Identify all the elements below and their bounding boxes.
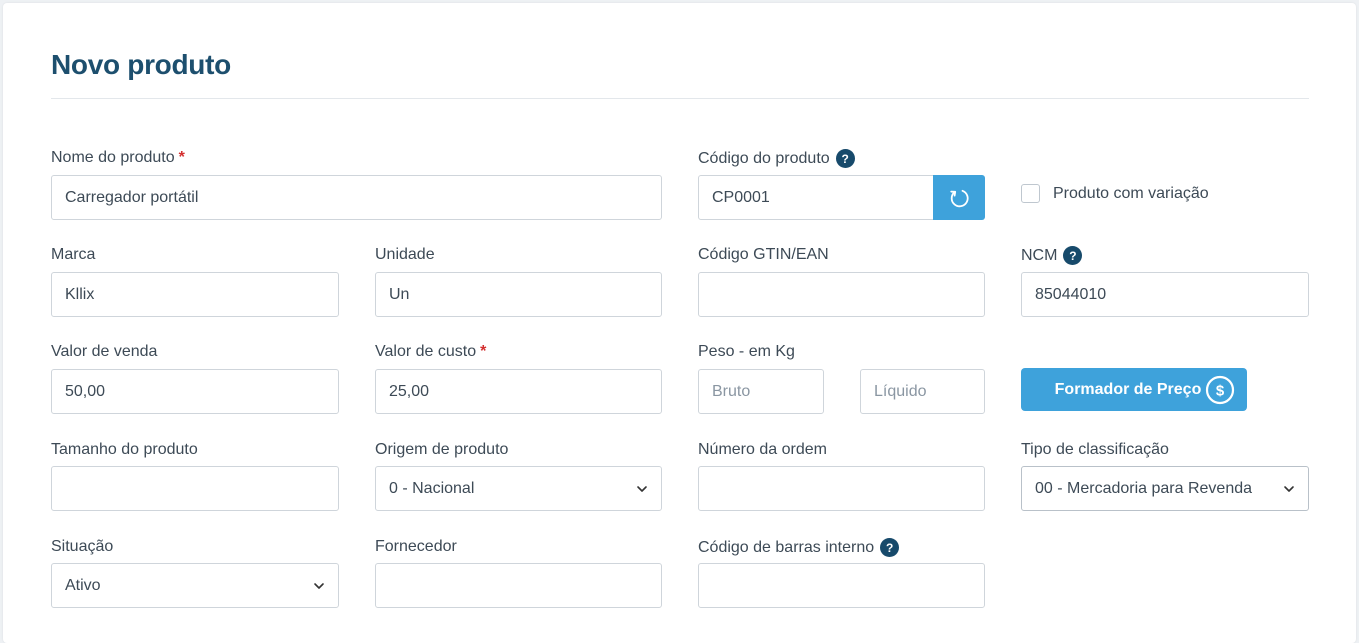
valor-venda-input[interactable] xyxy=(51,369,339,414)
chevron-down-icon xyxy=(1284,485,1294,492)
codigo-input[interactable] xyxy=(698,175,934,220)
marca-label: Marca xyxy=(51,246,96,263)
unidade-input[interactable] xyxy=(375,272,662,317)
help-icon[interactable]: ? xyxy=(835,149,855,168)
nome-label-text: Nome do produto xyxy=(51,149,175,166)
codigo-label: Código do produto ? xyxy=(698,149,855,168)
gtin-input[interactable] xyxy=(698,272,985,317)
codigo-barras-label: Código de barras interno ? xyxy=(698,538,900,557)
peso-label: Peso - em Kg xyxy=(698,343,795,360)
tipo-classificacao-label: Tipo de classificação xyxy=(1021,441,1169,458)
variacao-label[interactable]: Produto com variação xyxy=(1053,185,1209,203)
chevron-down-icon xyxy=(637,485,647,492)
refresh-icon xyxy=(950,189,969,207)
tipo-classificacao-select[interactable]: 00 - Mercadoria para Revenda xyxy=(1021,466,1309,511)
valor-custo-input[interactable] xyxy=(375,369,662,414)
marca-input[interactable] xyxy=(51,272,339,317)
situacao-select[interactable]: Ativo xyxy=(51,563,339,608)
nome-input[interactable] xyxy=(51,175,662,220)
formador-preco-label: Formador de Preço xyxy=(1054,380,1202,398)
form-card xyxy=(3,3,1356,643)
required-marker: * xyxy=(178,149,185,166)
formador-preco-button[interactable]: Formador de Preço $ xyxy=(1021,368,1247,411)
nome-label: Nome do produto * xyxy=(51,149,185,167)
valor-custo-label: Valor de custo * xyxy=(375,343,486,361)
codigo-barras-input[interactable] xyxy=(698,563,985,608)
unidade-label: Unidade xyxy=(375,246,435,263)
codigo-barras-label-text: Código de barras interno xyxy=(698,538,875,556)
tamanho-label: Tamanho do produto xyxy=(51,441,198,458)
chevron-down-icon xyxy=(314,582,324,589)
fornecedor-input[interactable] xyxy=(375,563,662,608)
numero-ordem-label: Número da ordem xyxy=(698,441,827,458)
tipo-classificacao-selected: 00 - Mercadoria para Revenda xyxy=(1035,479,1253,497)
dollar-circle-icon: $ xyxy=(1205,375,1235,405)
codigo-label-text: Código do produto xyxy=(698,149,830,167)
fornecedor-label: Fornecedor xyxy=(375,538,457,555)
situacao-label: Situação xyxy=(51,538,114,555)
origem-label: Origem de produto xyxy=(375,441,509,458)
valor-venda-label: Valor de venda xyxy=(51,343,158,360)
ncm-input[interactable] xyxy=(1021,272,1309,317)
help-icon[interactable]: ? xyxy=(880,538,900,557)
title-divider xyxy=(51,98,1309,99)
valor-custo-label-text: Valor de custo xyxy=(375,343,477,360)
tamanho-input[interactable] xyxy=(51,466,339,511)
origem-selected: 0 - Nacional xyxy=(389,479,475,497)
ncm-label: NCM ? xyxy=(1021,246,1083,265)
situacao-selected: Ativo xyxy=(65,576,101,594)
origem-select[interactable]: 0 - Nacional xyxy=(375,466,662,511)
gtin-label: Código GTIN/EAN xyxy=(698,246,829,263)
peso-liquido-input[interactable] xyxy=(860,369,985,414)
peso-bruto-input[interactable] xyxy=(698,369,824,414)
page-title: Novo produto xyxy=(51,49,231,80)
svg-text:$: $ xyxy=(1216,383,1225,400)
refresh-code-button[interactable] xyxy=(933,175,985,220)
ncm-label-text: NCM xyxy=(1021,246,1058,264)
help-icon[interactable]: ? xyxy=(1063,246,1083,265)
variacao-checkbox[interactable] xyxy=(1021,184,1040,203)
required-marker: * xyxy=(480,343,487,360)
numero-ordem-input[interactable] xyxy=(698,466,985,511)
